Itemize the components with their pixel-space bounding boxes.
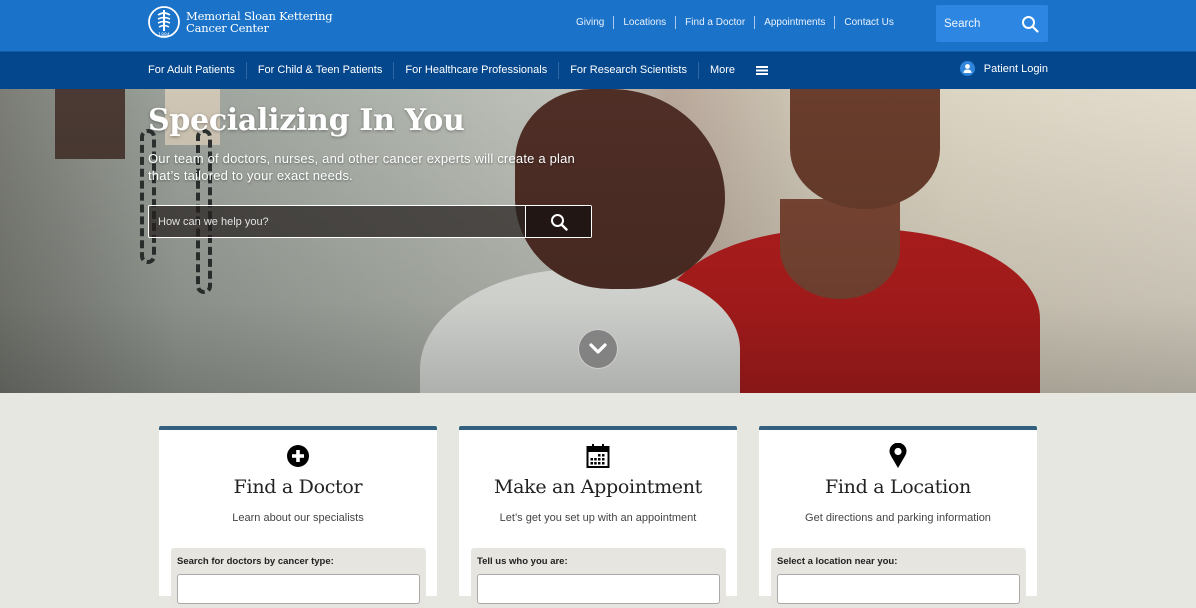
- map-pin-icon: [889, 443, 907, 468]
- logo-text: Memorial Sloan Kettering Cancer Center: [186, 10, 333, 35]
- chevron-down-icon: [589, 343, 607, 354]
- card-form: Search for doctors by cancer type:: [171, 548, 426, 608]
- calendar-icon: [586, 444, 610, 468]
- main-nav: For Adult Patients For Child & Teen Pati…: [0, 51, 1196, 89]
- hero-search-input[interactable]: [149, 206, 525, 237]
- card-description: Get directions and parking information: [805, 512, 991, 524]
- hamburger-menu-icon[interactable]: [756, 65, 769, 76]
- svg-text:1884: 1884: [158, 32, 170, 38]
- logo[interactable]: 1884 Memorial Sloan Kettering Cancer Cen…: [148, 5, 333, 39]
- card-find-a-location: Find a Location Get directions and parki…: [759, 426, 1037, 608]
- util-link-contact-us[interactable]: Contact Us: [834, 16, 902, 29]
- search-icon: [550, 213, 568, 231]
- who-are-you-select[interactable]: [477, 574, 720, 604]
- patient-login-label: Patient Login: [983, 62, 1048, 75]
- scroll-down-button[interactable]: [578, 329, 618, 369]
- top-bar: 1884 Memorial Sloan Kettering Cancer Cen…: [0, 0, 1196, 51]
- card-description: Learn about our specialists: [232, 512, 364, 524]
- util-link-giving[interactable]: Giving: [570, 16, 613, 29]
- util-link-locations[interactable]: Locations: [613, 16, 675, 29]
- card-form: Tell us who you are:: [471, 548, 726, 608]
- location-select[interactable]: [777, 574, 1020, 604]
- search-icon[interactable]: [1021, 15, 1039, 33]
- card-form-label: Select a location near you:: [777, 556, 898, 567]
- top-search-input[interactable]: [944, 17, 1022, 30]
- card-make-an-appointment: Make an Appointment Let’s get you set up…: [459, 426, 737, 608]
- card-find-a-doctor: Find a Doctor Learn about our specialist…: [159, 426, 437, 608]
- card-title[interactable]: Find a Location: [759, 476, 1037, 498]
- nav-healthcare-professionals[interactable]: For Healthcare Professionals: [393, 61, 558, 79]
- hero-banner: Specializing In You Our team of doctors,…: [0, 89, 1196, 393]
- top-search-box: [936, 5, 1048, 42]
- nav-research-scientists[interactable]: For Research Scientists: [558, 61, 698, 79]
- hero-subtitle: Our team of doctors, nurses, and other c…: [148, 151, 575, 183]
- cancer-type-select[interactable]: [177, 574, 420, 604]
- hero-title: Specializing In You: [148, 103, 465, 138]
- card-title[interactable]: Find a Doctor: [159, 476, 437, 498]
- hero-search-box: [148, 205, 592, 238]
- card-title[interactable]: Make an Appointment: [459, 476, 737, 498]
- user-icon: [959, 61, 975, 76]
- util-link-find-a-doctor[interactable]: Find a Doctor: [675, 16, 754, 29]
- msk-logo-icon: 1884: [148, 6, 180, 38]
- util-link-appointments[interactable]: Appointments: [754, 16, 834, 29]
- quick-action-cards: Find a Doctor Learn about our specialist…: [159, 426, 1037, 608]
- nav-child-teen-patients[interactable]: For Child & Teen Patients: [245, 61, 394, 79]
- nav-adult-patients[interactable]: For Adult Patients: [148, 62, 246, 79]
- plus-circle-icon: [287, 445, 309, 467]
- card-form-label: Tell us who you are:: [477, 556, 568, 567]
- hero-search-button[interactable]: [525, 206, 591, 237]
- patient-login-link[interactable]: Patient Login: [959, 61, 1048, 76]
- card-form: Select a location near you:: [771, 548, 1026, 608]
- card-form-label: Search for doctors by cancer type:: [177, 556, 334, 567]
- utility-nav: Giving Locations Find a Doctor Appointme…: [570, 16, 903, 29]
- nav-more[interactable]: More: [697, 61, 746, 79]
- card-description: Let’s get you set up with an appointment: [499, 512, 697, 524]
- logo-name-line2: Cancer Center: [186, 21, 269, 35]
